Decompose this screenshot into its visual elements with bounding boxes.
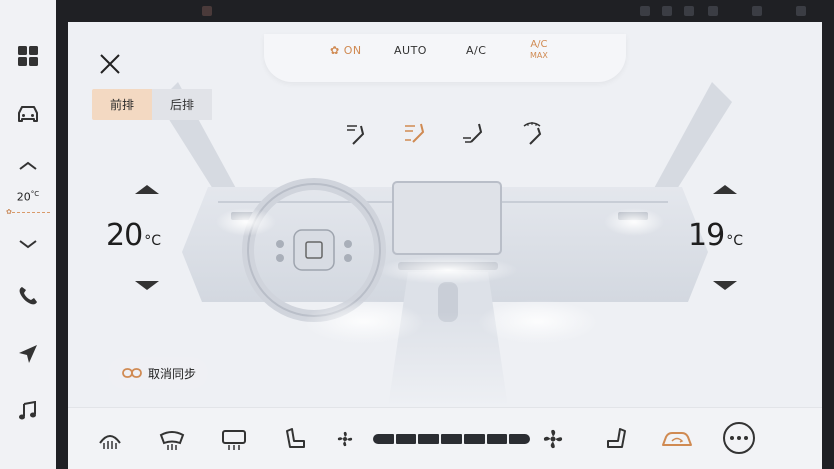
left-temp-unit: °C bbox=[144, 233, 161, 249]
auto-button[interactable]: AUTO bbox=[394, 44, 427, 57]
tab-front[interactable]: 前排 bbox=[92, 89, 152, 120]
sidebar-temperature-unit: °C bbox=[30, 190, 40, 198]
airflow-feet-icon[interactable] bbox=[461, 120, 487, 146]
temp-up-chevron-icon[interactable] bbox=[14, 152, 42, 180]
ac-max-top-label: A/C bbox=[530, 39, 548, 50]
status-bar bbox=[56, 0, 834, 22]
battery-icon bbox=[752, 6, 762, 16]
left-sidebar: 20°C ✿ bbox=[0, 0, 56, 469]
left-temp-down-button[interactable] bbox=[134, 277, 160, 290]
sidebar-temperature-value: 20 bbox=[16, 190, 31, 204]
microphone-icon bbox=[640, 6, 650, 16]
close-button[interactable] bbox=[98, 52, 122, 76]
cancel-sync-button[interactable]: 取消同步 bbox=[108, 357, 208, 389]
zone-tabs: 前排 后排 bbox=[92, 89, 213, 120]
fan-power-icon: ✿ bbox=[330, 44, 340, 57]
navigation-icon[interactable] bbox=[14, 340, 42, 368]
tab-rear[interactable]: 后排 bbox=[152, 89, 212, 120]
airflow-face-icon[interactable] bbox=[343, 120, 369, 146]
right-zone-temperature: 19 °C bbox=[688, 218, 743, 253]
fan-speed-slider[interactable] bbox=[373, 434, 531, 444]
power-toggle[interactable]: ✿ ON bbox=[330, 44, 362, 57]
more-options-button[interactable] bbox=[723, 422, 755, 454]
top-controls bbox=[264, 34, 626, 82]
fan-low-icon[interactable] bbox=[336, 430, 354, 448]
car-icon[interactable] bbox=[14, 100, 42, 128]
ac-button[interactable]: A/C bbox=[466, 44, 486, 57]
phone-icon[interactable] bbox=[14, 282, 42, 310]
climate-panel: ✿ ON AUTO A/C A/C MAX 前排 后排 20°C 19°C bbox=[68, 22, 822, 469]
right-temp-unit: °C bbox=[726, 233, 743, 249]
power-label: ON bbox=[343, 44, 362, 57]
location-icon bbox=[662, 6, 672, 16]
left-zone-temperature: 20 °C bbox=[106, 218, 161, 253]
chevron-down-icon bbox=[135, 281, 159, 290]
temp-down-chevron-icon[interactable] bbox=[14, 230, 42, 258]
chevron-down-icon bbox=[713, 281, 737, 290]
sidebar-temperature: 20°C bbox=[4, 190, 52, 204]
airflow-defrost-feet-icon[interactable] bbox=[520, 120, 546, 146]
right-temp-up-button[interactable] bbox=[712, 180, 738, 194]
right-seat-heat-icon[interactable] bbox=[602, 425, 630, 453]
apps-grid-icon[interactable] bbox=[14, 42, 42, 70]
right-temp-down-button[interactable] bbox=[712, 277, 738, 290]
bottom-control-bar bbox=[68, 407, 822, 469]
ac-max-bottom-label: MAX bbox=[530, 51, 548, 60]
right-edge bbox=[822, 22, 834, 469]
fan-small-icon: ✿ bbox=[6, 208, 12, 216]
left-temp-value: 20 bbox=[106, 218, 143, 253]
chevron-up-icon bbox=[135, 185, 159, 194]
close-icon bbox=[100, 54, 120, 74]
link-icon bbox=[122, 368, 142, 378]
right-temp-value: 19 bbox=[688, 218, 725, 253]
phone-status-icon bbox=[684, 6, 694, 16]
rear-window-heat-icon[interactable] bbox=[220, 425, 248, 453]
fan-high-icon[interactable] bbox=[542, 428, 564, 450]
bluetooth-icon bbox=[708, 6, 718, 16]
left-seat-heat-icon[interactable] bbox=[282, 425, 310, 453]
rear-defrost-icon[interactable] bbox=[96, 425, 124, 453]
chevron-up-icon bbox=[713, 185, 737, 194]
notification-icon[interactable] bbox=[202, 6, 212, 16]
airflow-face-feet-icon[interactable] bbox=[403, 120, 429, 146]
ac-max-button[interactable]: A/C MAX bbox=[530, 39, 548, 61]
sidebar-fan-indicator: ✿ bbox=[4, 208, 52, 216]
front-defrost-icon[interactable] bbox=[158, 425, 186, 453]
music-icon[interactable] bbox=[14, 398, 42, 426]
signal-icon bbox=[796, 6, 806, 16]
cancel-sync-label: 取消同步 bbox=[148, 366, 197, 381]
air-recirculation-icon[interactable] bbox=[660, 425, 694, 453]
left-temp-up-button[interactable] bbox=[134, 180, 160, 194]
